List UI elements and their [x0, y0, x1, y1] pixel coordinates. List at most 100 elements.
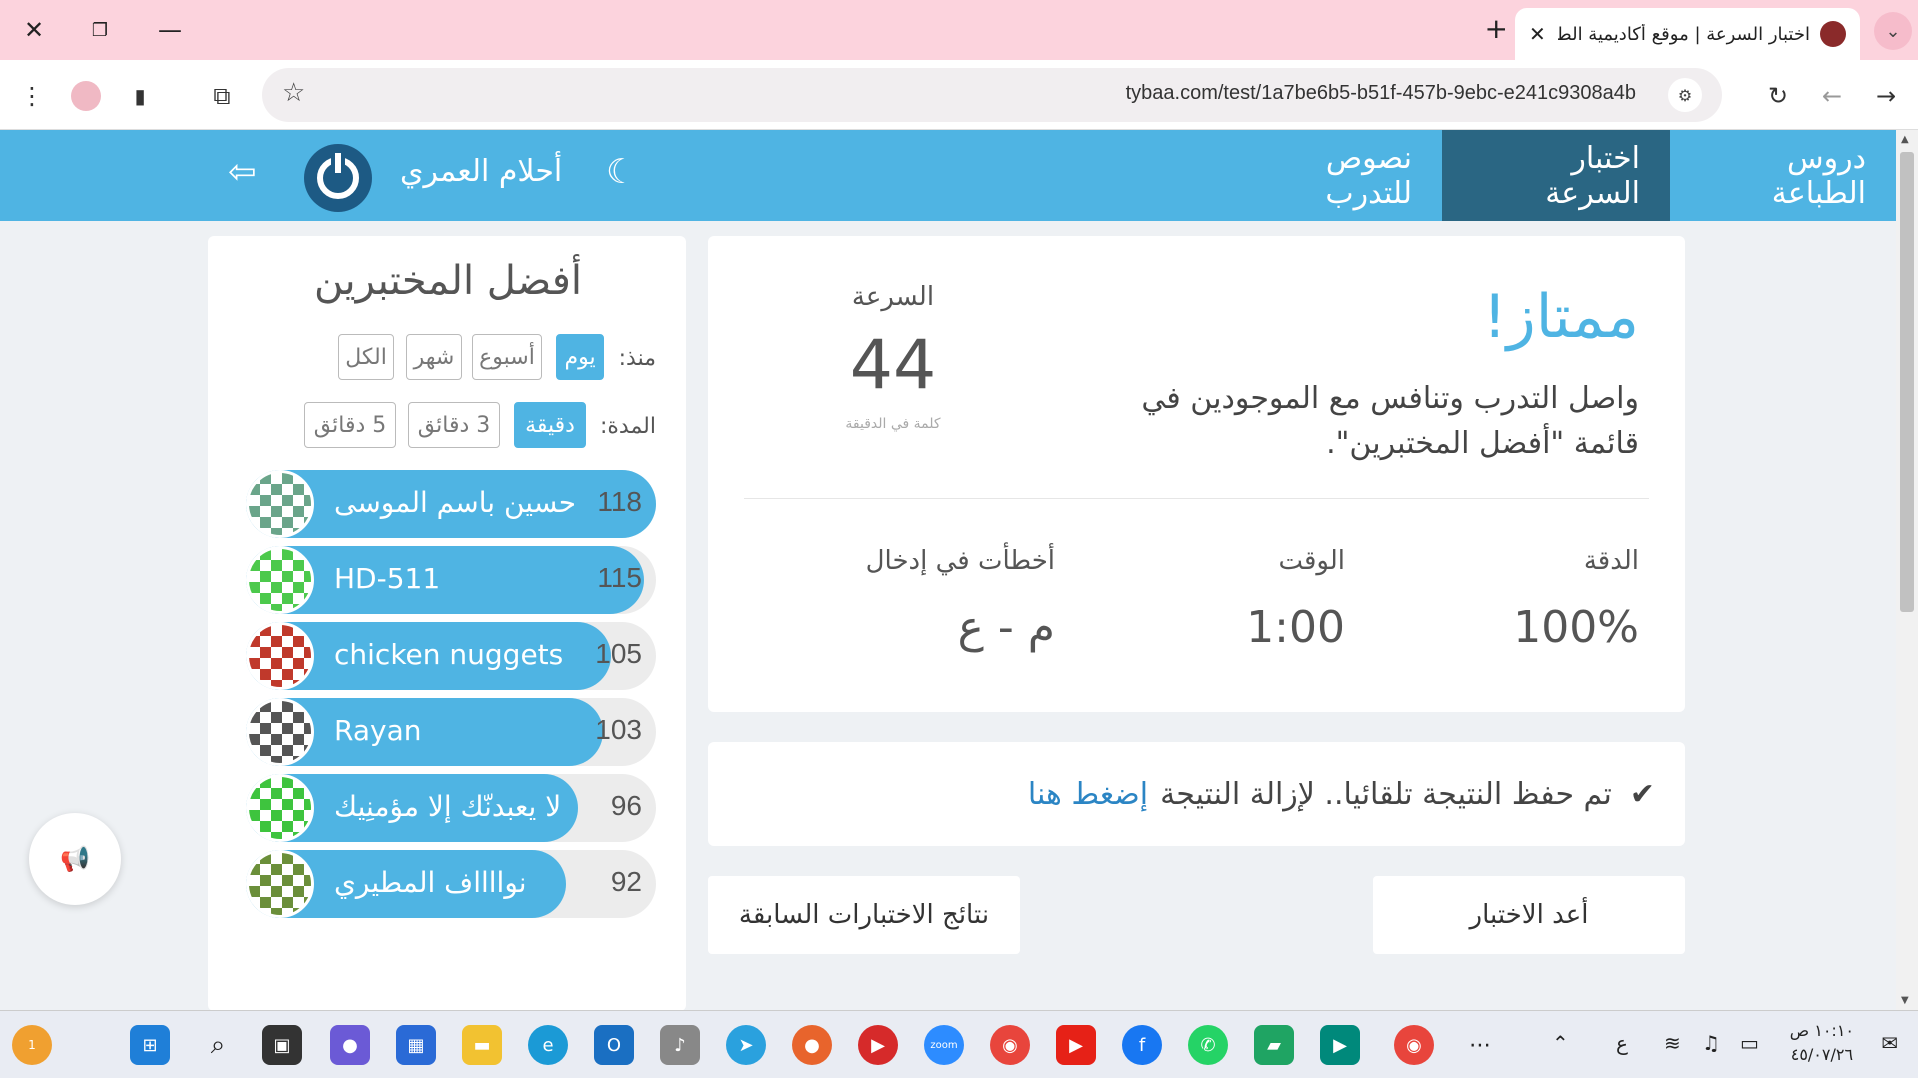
entry-name: HD-511 [334, 562, 441, 595]
window-close-icon[interactable]: ✕ [14, 12, 54, 48]
entry-score: 103 [595, 714, 642, 745]
tray-chevron-icon[interactable]: ⌃ [1552, 1031, 1569, 1055]
nav-speed-test[interactable]: اختبار السرعة [1442, 130, 1670, 221]
firefox-icon[interactable]: ● [792, 1025, 832, 1065]
whatsapp-icon[interactable]: ✆ [1188, 1025, 1228, 1065]
speed-label: السرعة [851, 282, 935, 312]
file-explorer-icon[interactable]: ▬ [462, 1025, 502, 1065]
window-restore-icon[interactable]: ❐ [80, 12, 120, 48]
avatar [246, 698, 314, 766]
errors-label: أخطأت في إدخال [865, 546, 1055, 576]
clock-time: ١٠:١٠ ص [1789, 1021, 1854, 1040]
google-chat-icon[interactable]: ▰ [1254, 1025, 1294, 1065]
system-clock[interactable]: ١٠:١٠ ص ٤٥/٠٧/٢٦ [1790, 1019, 1854, 1067]
menu-dots-icon[interactable]: ⋮ [14, 78, 50, 114]
task-view-icon[interactable]: ▣ [262, 1025, 302, 1065]
page-scrollbar[interactable]: ▲ ▼ [1896, 130, 1918, 1010]
leaderboard-entry[interactable]: لا يعبدنّك إلا مؤمنِيك 96 [246, 774, 656, 842]
outlook-icon[interactable]: O [594, 1025, 634, 1065]
wifi-icon[interactable]: ≋ [1664, 1031, 1681, 1055]
telegram-icon[interactable]: ➤ [726, 1025, 766, 1065]
battery-icon[interactable]: ▭ [1740, 1031, 1759, 1055]
duration-1min-chip[interactable]: دقيقة [514, 402, 586, 448]
scroll-up-icon[interactable]: ▲ [1901, 134, 1909, 145]
sidebar-icon[interactable]: ▮ [122, 78, 158, 114]
extensions-icon[interactable]: ⧉ [204, 78, 240, 114]
forward-icon[interactable]: ← [1814, 78, 1850, 114]
result-headline: ممتاز! [1482, 282, 1639, 352]
since-month-chip[interactable]: شهر [406, 334, 462, 380]
weather-icon[interactable]: 1 [12, 1025, 52, 1065]
since-day-chip[interactable]: يوم [556, 334, 604, 380]
entry-score: 115 [597, 562, 642, 593]
tab-search-icon[interactable]: ⌄ [1874, 12, 1912, 50]
store-icon[interactable]: ▦ [396, 1025, 436, 1065]
leaderboard-entry[interactable]: HD-511 115 [246, 546, 656, 614]
youtube-icon[interactable]: ▶ [1056, 1025, 1096, 1065]
retry-test-button[interactable]: أعد الاختبار [1373, 876, 1685, 954]
result-card: ممتاز! واصل التدرب وتنافس مع الموجودين ف… [708, 236, 1685, 712]
chrome-active-icon[interactable]: ◉ [1394, 1025, 1434, 1065]
youtube-music-icon[interactable]: ▶ [858, 1025, 898, 1065]
browser-tab-bar: ✕ ❐ — + اختبار السرعة | موقع أكاديمية ال… [0, 0, 1918, 60]
overflow-icon[interactable]: ⋯ [1460, 1025, 1500, 1065]
search-icon[interactable]: ⌕ [198, 1025, 238, 1065]
reload-icon[interactable]: ↻ [1760, 78, 1796, 114]
browser-tab[interactable]: اختبار السرعة | موقع أكاديمية الط ✕ [1515, 8, 1860, 60]
tab-title: اختبار السرعة | موقع أكاديمية الط [1557, 23, 1810, 45]
saved-notice: ✔ تم حفظ النتيجة تلقائيا.. لإزالة النتيج… [708, 742, 1685, 846]
google-meet-icon[interactable]: ▶ [1320, 1025, 1360, 1065]
remove-result-link[interactable]: إضغط هنا [1028, 777, 1148, 812]
logout-icon[interactable]: ⇦ [228, 152, 257, 192]
bookmark-star-icon[interactable]: ☆ [282, 78, 305, 108]
clock-date: ٤٥/٠٧/٢٦ [1790, 1045, 1854, 1064]
user-name[interactable]: أحلام العمري [400, 154, 562, 189]
time-value: 1:00 [1246, 602, 1345, 653]
errors-value: م - ع [957, 602, 1055, 653]
entry-score: 105 [595, 638, 642, 669]
facebook-icon[interactable]: f [1122, 1025, 1162, 1065]
new-tab-button[interactable]: + [1485, 12, 1508, 45]
microphone-icon[interactable]: ♪ [660, 1025, 700, 1065]
megaphone-icon[interactable]: 📢 [29, 813, 121, 905]
notifications-icon[interactable]: ✉ [1881, 1031, 1898, 1055]
browser-toolbar: ⋮ ▮ ⧉ ☆ tybaa.com/test/1a7be6b5-b51f-457… [0, 60, 1918, 130]
zoom-icon[interactable]: zoom [924, 1025, 964, 1065]
window-minimize-icon[interactable]: — [150, 12, 190, 48]
nav-practice-texts[interactable]: نصوص للتدرب [1202, 130, 1442, 221]
previous-results-button[interactable]: نتائج الاختبارات السابقة [708, 876, 1020, 954]
chrome-icon[interactable]: ◉ [990, 1025, 1030, 1065]
leaderboard-entry[interactable]: نوااااف المطيري 92 [246, 850, 656, 918]
result-message: واصل التدرب وتنافس مع الموجودين في قائمة… [1141, 381, 1639, 461]
leaderboard-entry[interactable]: chicken nuggets 105 [246, 622, 656, 690]
avatar [246, 546, 314, 614]
user-avatar[interactable] [304, 144, 372, 212]
start-icon[interactable]: ⊞ [130, 1025, 170, 1065]
edge-icon[interactable]: e [528, 1025, 568, 1065]
site-favicon-icon [1820, 21, 1846, 47]
duration-3min-chip[interactable]: 3 دقائق [408, 402, 500, 448]
back-icon[interactable]: → [1868, 78, 1904, 114]
scroll-thumb[interactable] [1900, 152, 1914, 612]
accuracy-value: 100% [1513, 602, 1639, 653]
dark-mode-icon[interactable]: ☾ [606, 152, 636, 192]
leaderboard-entry[interactable]: Rayan 103 [246, 698, 656, 766]
since-all-chip[interactable]: الكل [338, 334, 394, 380]
volume-icon[interactable]: ♫ [1702, 1031, 1720, 1055]
site-settings-icon[interactable]: ⚙ [1668, 78, 1702, 112]
scroll-down-icon[interactable]: ▼ [1901, 995, 1909, 1006]
nav-typing-lessons[interactable]: دروس الطباعة [1670, 130, 1896, 221]
leaderboard-entry[interactable]: حسين باسم الموسى 118 [246, 470, 656, 538]
entry-score: 96 [610, 790, 642, 821]
since-week-chip[interactable]: أسبوع [472, 334, 542, 380]
address-bar[interactable]: ☆ tybaa.com/test/1a7be6b5-b51f-457b-9ebc… [262, 68, 1722, 122]
tab-close-icon[interactable]: ✕ [1529, 22, 1546, 46]
input-language[interactable]: ع [1616, 1031, 1628, 1055]
accuracy-label: الدقة [1583, 546, 1639, 576]
entry-name: حسين باسم الموسى [334, 486, 577, 519]
chat-icon[interactable]: ● [330, 1025, 370, 1065]
profile-avatar[interactable] [68, 78, 104, 114]
duration-5min-chip[interactable]: 5 دقائق [304, 402, 396, 448]
speed-unit: كلمة في الدقيقة [845, 416, 941, 432]
entry-name: لا يعبدنّك إلا مؤمنِيك [334, 790, 562, 823]
